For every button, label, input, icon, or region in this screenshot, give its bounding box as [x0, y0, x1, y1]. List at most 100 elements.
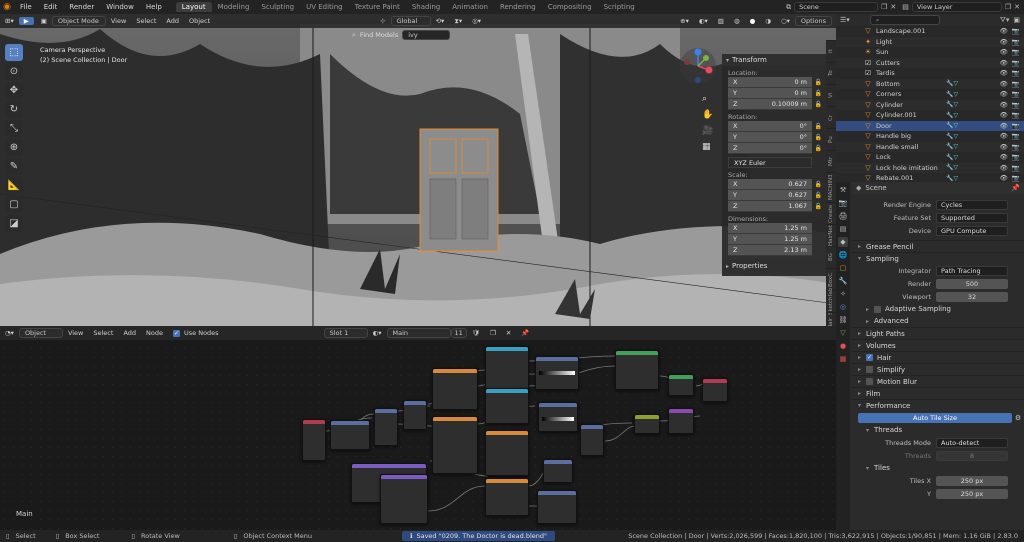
sidebar-tab-tool[interactable]: To	[826, 62, 836, 84]
outliner-item[interactable]: ☀ Sun 👁 📷	[836, 47, 1024, 58]
outliner-item[interactable]: 🔧▽ ▽ Handle small 👁 📷	[836, 141, 1024, 152]
sidebar-tab-boxc[interactable]: BoxC	[826, 268, 836, 290]
visibility-eye-icon[interactable]: 👁	[1000, 27, 1008, 35]
view-layer-tab-icon[interactable]: ▤	[838, 224, 848, 234]
menu-help[interactable]: Help	[140, 3, 168, 11]
tab-rendering[interactable]: Rendering	[494, 2, 542, 12]
simplify-checkbox[interactable]	[866, 366, 873, 373]
outliner-search-field[interactable]: ⌕	[869, 15, 940, 25]
material-tab-icon[interactable]: ●	[838, 341, 848, 351]
light-paths-panel[interactable]: ▸ Light Paths	[852, 327, 1024, 339]
3d-viewport[interactable]: ⊞▾ ▶ ▣ Object Mode View Select Add Objec…	[0, 14, 836, 326]
tab-modeling[interactable]: Modeling	[212, 2, 256, 12]
viewport-menu-select[interactable]: Select	[131, 17, 161, 25]
node-texture-coordinate[interactable]	[302, 419, 326, 461]
node-mix-a[interactable]	[580, 424, 604, 456]
data-tab-icon[interactable]: ▽	[838, 328, 848, 338]
proportional-edit-icon[interactable]: ◎▾	[467, 17, 486, 25]
motion-blur-panel[interactable]: ▸ Motion Blur	[852, 375, 1024, 387]
grid-icon[interactable]: ▦	[702, 142, 713, 152]
outliner-item[interactable]: 🔧▽ ▽ Lock hole imitation 👁 📷	[836, 162, 1024, 173]
modifier-tab-icon[interactable]: 🔧	[838, 276, 848, 286]
lock-icon[interactable]: 🔓	[815, 101, 822, 108]
visibility-eye-icon[interactable]: 👁	[1000, 101, 1008, 109]
node-principled-a[interactable]	[485, 346, 529, 390]
lock-icon[interactable]: 🔓	[815, 192, 822, 199]
render-camera-icon[interactable]: 📷	[1012, 153, 1020, 161]
visibility-eye-icon[interactable]: 👁	[1000, 59, 1008, 67]
visibility-eye-icon[interactable]: 👁	[1000, 164, 1008, 172]
rotation-y-field[interactable]: Y 0° 🔓	[728, 132, 822, 143]
sidebar-tab-create[interactable]: Cr	[826, 106, 836, 128]
pan-icon[interactable]: ✋	[702, 110, 713, 120]
rotation-z-field[interactable]: Z 0° 🔓	[728, 143, 822, 154]
node-image-texture-c[interactable]	[485, 478, 529, 516]
rotation-mode-dropdown[interactable]: XYZ Euler	[728, 157, 812, 168]
navigation-gizmo[interactable]	[678, 46, 718, 86]
scene-selector[interactable]: Scene	[794, 2, 879, 12]
simplify-panel[interactable]: ▸ Simplify	[852, 363, 1024, 375]
particles-tab-icon[interactable]: ✧	[838, 289, 848, 299]
sidebar-tab-hair[interactable]: Hair	[826, 312, 836, 326]
new-collection-icon[interactable]: ▣	[1013, 16, 1020, 24]
render-camera-icon[interactable]: 📷	[1012, 122, 1020, 130]
sidebar-tab-make[interactable]: Create	[826, 202, 836, 224]
sampling-panel[interactable]: ▾ Sampling	[852, 252, 1024, 264]
scene-icon[interactable]: ⧉	[786, 3, 791, 12]
film-panel[interactable]: ▸ Film	[852, 387, 1024, 399]
sidebar-tab-view[interactable]: Vi	[826, 84, 836, 106]
node-mix-shader-a[interactable]	[615, 350, 659, 390]
sidebar-tab-pu[interactable]: Pu	[826, 128, 836, 150]
render-camera-icon[interactable]: 📷	[1012, 90, 1020, 98]
adaptive-sampling-checkbox[interactable]	[874, 305, 881, 313]
viewport-menu-add[interactable]: Add	[161, 17, 184, 25]
outliner-item[interactable]: 🔧▽ ▽ Rebate.001 👁 📷	[836, 173, 1024, 182]
view-layer-icon[interactable]: ▤	[902, 3, 909, 11]
node-color-ramp-a[interactable]	[535, 356, 579, 390]
render-camera-icon[interactable]: 📷	[1012, 27, 1020, 35]
rotation-x-field[interactable]: X 0° 🔓	[728, 121, 822, 132]
world-tab-icon[interactable]: 🌐	[838, 250, 848, 260]
menu-file[interactable]: File	[14, 3, 38, 11]
outliner-item[interactable]: 🔧▽ ▽ Lock 👁 📷	[836, 152, 1024, 163]
visibility-eye-icon[interactable]: 👁	[1000, 111, 1008, 119]
constraints-tab-icon[interactable]: ⛓	[838, 315, 848, 325]
visibility-eye-icon[interactable]: 👁	[1000, 38, 1008, 46]
render-tab-icon[interactable]: 📷	[838, 198, 848, 208]
sidebar-tab-sketchfab[interactable]: Sketchfab	[826, 288, 836, 315]
viewport-samples-field[interactable]: 32	[936, 291, 1008, 302]
location-x-field[interactable]: X 0 m 🔓	[728, 77, 822, 88]
delete-view-layer-icon[interactable]: ✕	[1014, 3, 1020, 11]
node-material-output[interactable]	[702, 378, 728, 402]
sidebar-tab-hairnet[interactable]: HairNet	[826, 224, 836, 246]
tile-settings-icon[interactable]: ⚙	[1012, 414, 1024, 422]
color-ramp-gradient[interactable]	[542, 417, 574, 421]
scale-tool-icon[interactable]: ⤡	[5, 120, 23, 137]
camera-view-icon[interactable]: 🎥	[702, 126, 713, 136]
zoom-icon[interactable]: ⌕	[702, 94, 713, 104]
outliner-item[interactable]: ▽ Landscape.001 👁 📷	[836, 26, 1024, 37]
pin-properties-icon[interactable]: 📌	[1011, 184, 1020, 192]
select-mode-extra-icon[interactable]: ▣	[36, 17, 52, 25]
node-bump[interactable]	[537, 490, 577, 524]
select-mode-icon[interactable]: ▶	[18, 17, 34, 25]
modifier-data-icon[interactable]: 🔧▽	[946, 122, 958, 129]
tab-scripting[interactable]: Scripting	[598, 2, 641, 12]
cursor-tool-icon[interactable]: ⊙	[5, 63, 23, 80]
modifier-data-icon[interactable]: 🔧▽	[946, 91, 958, 98]
object-mode-dropdown[interactable]: Object Mode	[51, 16, 106, 26]
tab-layout[interactable]: Layout	[175, 2, 212, 12]
transform-tool-icon[interactable]: ⊕	[5, 139, 23, 156]
properties-panel-header[interactable]: ▸ Properties	[722, 260, 826, 272]
grease-pencil-panel[interactable]: ▸ Grease Pencil	[852, 240, 1024, 252]
location-z-field[interactable]: Z 0.10009 m 🔓	[728, 99, 822, 110]
shading-wireframe-icon[interactable]: ◍	[729, 17, 745, 25]
render-camera-icon[interactable]: 📷	[1012, 101, 1020, 109]
modifier-data-icon[interactable]: 🔧▽	[946, 133, 958, 140]
lock-icon[interactable]: 🔓	[815, 90, 822, 97]
select-box-tool-icon[interactable]: ⬚	[5, 44, 23, 61]
lock-icon[interactable]: 🔓	[815, 203, 822, 210]
move-tool-icon[interactable]: ✥	[5, 82, 23, 99]
device-dropdown[interactable]: GPU Compute	[936, 225, 1008, 236]
copy-scene-icon[interactable]: ❐	[881, 3, 887, 11]
